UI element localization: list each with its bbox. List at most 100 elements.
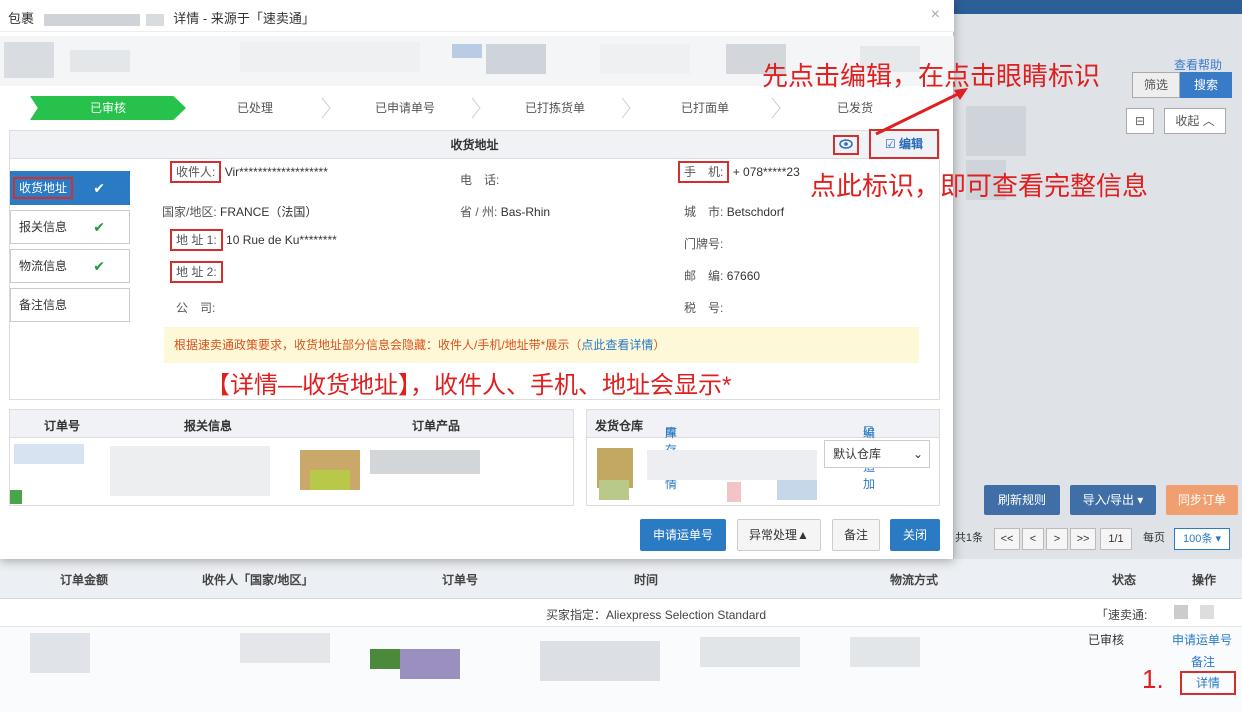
notice-detail-link[interactable]: 点此查看详情	[581, 338, 653, 352]
layout-toggle-icon[interactable]: ⊟	[1126, 108, 1154, 134]
tax-field: 税 号:	[684, 299, 723, 316]
step-separators	[321, 97, 781, 119]
annotation-mid: 点此标识，即可查看完整信息	[810, 171, 1149, 201]
prev-page-button[interactable]: <	[1022, 528, 1044, 550]
city-value: Betschdorf	[726, 205, 785, 219]
tab-customs-info[interactable]: 报关信息 ✔	[10, 210, 130, 244]
address2-label: 地 址 2:	[170, 261, 223, 283]
col-order-product: 订单产品	[412, 419, 461, 433]
detail-side-tabs: 收货地址 ✔ 报关信息 ✔ 物流信息 ✔ 备注信息	[10, 171, 130, 327]
zip-field: 邮 编: 67660	[684, 267, 760, 284]
address-section: 收货地址 ☑ 编辑 收货地址 ✔ 报关信息 ✔ 物流信息 ✔ 备注信息 收件人:…	[9, 129, 940, 400]
search-button[interactable]: 搜索	[1180, 72, 1232, 98]
edit-icon: ☑	[884, 137, 896, 151]
tab-remark-info[interactable]: 备注信息	[10, 288, 130, 322]
warehouse-label: 发货仓库	[595, 419, 644, 433]
progress-steps: 已审核 已处理 已申请单号 已打拣货单 已打面单 已发货	[30, 96, 930, 120]
col-order-number: 订单号	[44, 419, 81, 433]
city-field: 城 市: Betschdorf	[684, 203, 784, 220]
mobile-label: 手 机:	[678, 161, 730, 183]
blurred-content	[727, 482, 741, 502]
blurred-content	[599, 480, 629, 500]
blurred-content	[370, 649, 400, 669]
order-table-header: 订单金额 收件人「国家/地区」 订单号 时间 物流方式 状态 操作	[0, 559, 1242, 599]
notice-end: ）	[653, 338, 666, 352]
help-link[interactable]: 查看帮助	[1174, 56, 1222, 73]
check-icon: ✔	[93, 219, 105, 235]
blurred-content	[700, 637, 800, 667]
buyer-spec: 买家指定：Aliexpress Selection Standard	[546, 608, 767, 622]
address1-value: 10 Rue de Ku********	[226, 233, 337, 247]
edit-button[interactable]: ☑ 编辑	[869, 129, 939, 159]
blurred-content	[10, 490, 22, 504]
background-top-bar	[954, 0, 1242, 14]
address-header: 收货地址 ☑ 编辑	[10, 129, 939, 159]
title-prefix: 包裹	[8, 11, 35, 26]
blurred-content	[850, 637, 920, 667]
blurred-content	[370, 450, 480, 474]
page-indicator: 1/1	[1100, 528, 1132, 550]
blurred-content	[966, 106, 1026, 156]
tab-label: 物流信息	[19, 259, 68, 273]
address1-label: 地 址 1:	[170, 229, 223, 251]
next-page-button[interactable]: >	[1046, 528, 1068, 550]
import-export-button[interactable]: 导入/导出 ▾	[1070, 485, 1156, 515]
mobile-field: 手 机: + 078*****23	[678, 161, 800, 183]
mobile-value: + 078*****23	[732, 165, 800, 179]
blurred-content	[647, 450, 817, 480]
annotation-step-number: 1.	[1142, 664, 1164, 694]
total-count: 共1条	[954, 532, 984, 544]
province-label: 省 / 州:	[460, 205, 498, 219]
detail-link[interactable]: 详情	[1180, 671, 1236, 695]
status-text: 已审核	[1088, 633, 1125, 647]
tab-shipping-address[interactable]: 收货地址 ✔	[10, 171, 130, 205]
first-page-button[interactable]: <<	[994, 528, 1020, 550]
refresh-rules-button[interactable]: 刷新规则	[984, 485, 1060, 515]
collapse-button[interactable]: 收起 ︿	[1164, 108, 1226, 134]
phone-label: 电 话:	[460, 173, 500, 187]
apply-tracking-link[interactable]: 申请运单号	[1172, 631, 1232, 648]
province-field: 省 / 州: Bas-Rhin	[460, 203, 550, 220]
col-shipping: 物流方式	[890, 573, 939, 587]
order-products-table: 订单号 报关信息 订单产品	[9, 409, 574, 506]
blurred-content	[400, 649, 460, 679]
last-page-button[interactable]: >>	[1070, 528, 1096, 550]
col-amount: 订单金额	[60, 573, 109, 587]
col-ops: 操作	[1192, 573, 1217, 587]
edit-label: 编辑	[899, 137, 924, 151]
country-field: 国家/地区: FRANCE（法国）	[162, 203, 317, 220]
check-icon: ✔	[93, 180, 105, 196]
order-row[interactable]: 已审核 申请运单号 备注 详情	[0, 627, 1242, 712]
warehouse-select-value: 默认仓库	[833, 447, 882, 461]
order-products-header: 订单号 报关信息 订单产品	[10, 410, 573, 438]
eye-icon[interactable]	[833, 135, 859, 155]
blurred-content	[777, 480, 817, 500]
zip-label: 邮 编:	[684, 269, 724, 283]
exception-handling-button[interactable]: 异常处理▲	[737, 519, 821, 551]
sync-orders-button[interactable]: 同步订单	[1166, 485, 1238, 515]
blurred-content	[14, 444, 84, 464]
remark-link[interactable]: 备注	[1191, 653, 1215, 670]
order-subrow: 买家指定：Aliexpress Selection Standard 「速卖通:	[0, 599, 1242, 627]
apply-tracking-button[interactable]: 申请运单号	[640, 519, 726, 551]
close-button[interactable]: 关闭	[890, 519, 940, 551]
title-suffix: 详情 - 来源于「速卖通」	[173, 11, 315, 26]
blurred-content	[540, 641, 660, 681]
recipient-field: 收件人: Vir*******************	[170, 161, 328, 183]
pagination: 共1条 << < > >> 1/1 每页 100条 ▾	[954, 528, 1242, 552]
tab-logistics-info[interactable]: 物流信息 ✔	[10, 249, 130, 283]
check-icon: ✔	[93, 258, 105, 274]
warehouse-select[interactable]: 默认仓库 ⌄	[824, 440, 930, 468]
warehouse-table: 发货仓库 ▤ 库存详情 ☑编辑/追加 默认仓库 ⌄	[586, 409, 940, 506]
filter-button[interactable]: 筛选	[1132, 72, 1180, 98]
company-label: 公 司:	[176, 301, 216, 315]
country-label: 国家/地区:	[162, 205, 217, 219]
chevron-down-icon: ⌄	[912, 447, 923, 461]
per-page-select[interactable]: 100条 ▾	[1174, 528, 1230, 550]
phone-field: 电 话:	[460, 171, 499, 188]
province-value: Bas-Rhin	[500, 205, 551, 219]
remark-button[interactable]: 备注	[832, 519, 880, 551]
close-icon[interactable]: ×	[931, 6, 940, 24]
warehouse-header: 发货仓库 ▤ 库存详情 ☑编辑/追加	[587, 410, 939, 491]
blurred-content	[240, 633, 330, 663]
